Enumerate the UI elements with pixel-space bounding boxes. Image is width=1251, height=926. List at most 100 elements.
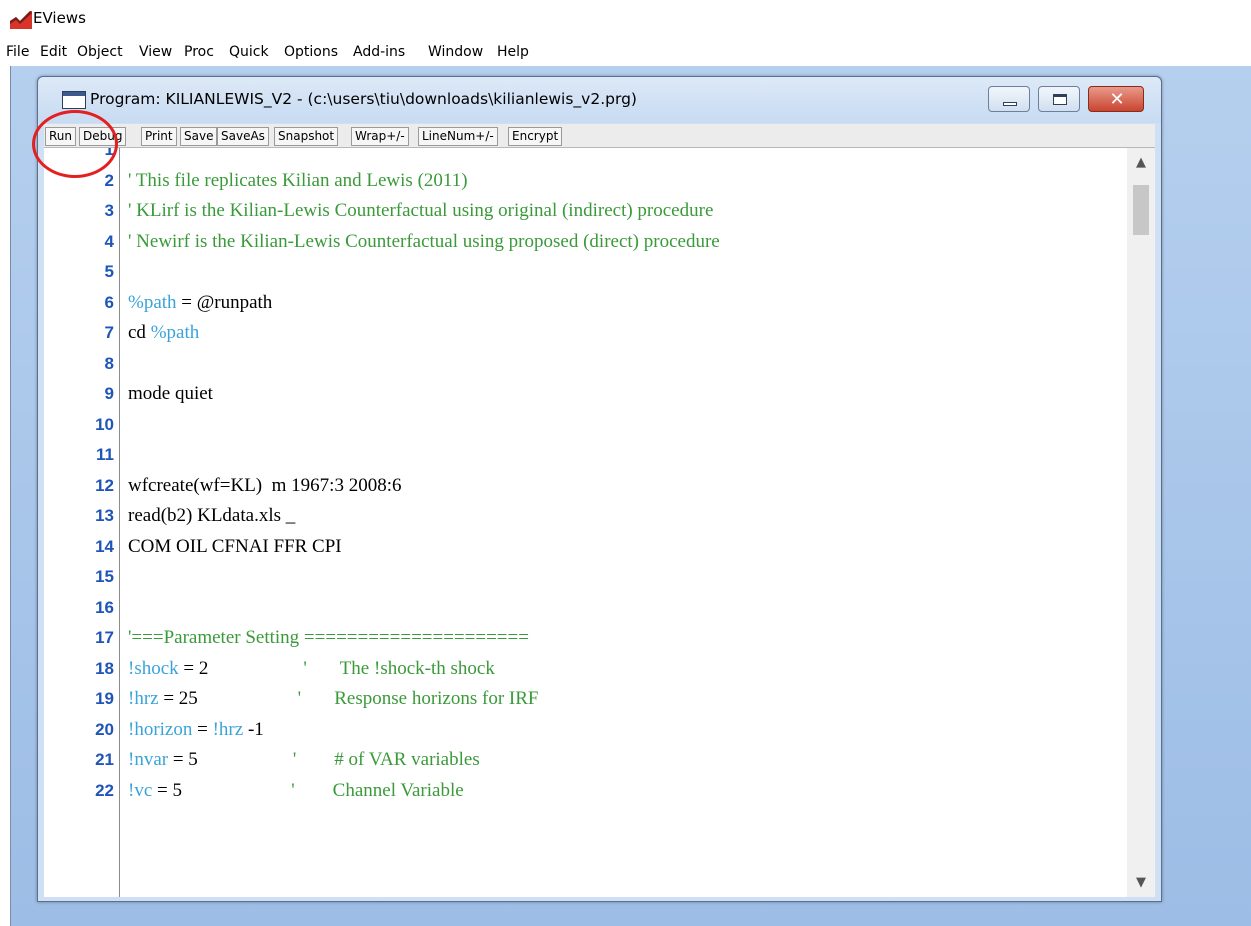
code-line[interactable]: wfcreate(wf=KL) m 1967:3 2008:6 (128, 475, 401, 497)
code-line[interactable]: cd %path (128, 322, 199, 344)
menu-file[interactable]: File (6, 44, 29, 60)
maximize-icon (1053, 94, 1067, 105)
line-number: 14 (95, 536, 114, 556)
code-token: ' The !shock-th shock (208, 657, 495, 679)
code-token: = @runpath (176, 291, 273, 313)
code-line[interactable]: !shock = 2 ' The !shock-th shock (128, 658, 495, 680)
code-line[interactable]: ' This file replicates Kilian and Lewis … (128, 170, 468, 192)
program-window-icon (62, 91, 86, 109)
code-token: !hrz (212, 718, 244, 740)
menu-view[interactable]: View (139, 44, 172, 60)
code-token: cd (128, 322, 151, 343)
save-button[interactable]: Save (180, 127, 218, 146)
code-token: !nvar (128, 749, 169, 770)
code-line[interactable]: ' KLirf is the Kilian-Lewis Counterfactu… (128, 200, 713, 222)
program-window-titlebar[interactable]: Program: KILIANLEWIS_V2 - (c:\users\tiu\… (38, 77, 1161, 123)
line-number: 17 (95, 628, 114, 647)
code-line[interactable]: read(b2) KLdata.xls _ (128, 505, 295, 527)
line-number: 5 (104, 262, 114, 281)
code-token: ' Response horizons for IRF (197, 688, 539, 709)
minimize-icon (1003, 102, 1017, 106)
menu-help[interactable]: Help (497, 44, 529, 60)
line-number: 4 (104, 231, 114, 251)
code-token: -1 (243, 718, 264, 740)
code-token: = (192, 718, 213, 740)
menu-quick[interactable]: Quick (229, 44, 269, 60)
app-title: EViews (33, 9, 86, 27)
scroll-up-icon[interactable]: ▲ (1127, 148, 1155, 178)
code-line[interactable]: !horizon = !hrz -1 (128, 719, 264, 741)
app-titlebar: EViews (0, 0, 1251, 38)
program-window-title: Program: KILIANLEWIS_V2 - (c:\users\tiu\… (90, 90, 637, 108)
maximize-button[interactable] (1038, 86, 1080, 112)
line-number: 19 (95, 689, 114, 708)
linenum-toggle-button[interactable]: LineNum+/- (418, 127, 498, 146)
scroll-down-icon[interactable]: ▼ (1127, 869, 1155, 897)
line-number: 18 (95, 658, 114, 678)
code-token: !horizon (128, 718, 193, 740)
line-number: 1 (104, 148, 114, 159)
code-line[interactable]: COM OIL CFNAI FFR CPI (128, 536, 342, 558)
minimize-button[interactable] (988, 86, 1030, 112)
debug-button[interactable]: Debug (79, 127, 127, 146)
code-token: = 5 (152, 779, 182, 801)
code-line[interactable]: !hrz = 25 ' Response horizons for IRF (128, 688, 538, 710)
code-token: COM OIL CFNAI FFR CPI (128, 535, 342, 557)
line-number: 13 (95, 506, 114, 525)
code-token: ' Newirf is the Kilian-Lewis Counterfact… (128, 230, 720, 252)
menu-proc[interactable]: Proc (184, 44, 214, 60)
line-number: 15 (95, 567, 114, 586)
line-number: 21 (95, 750, 114, 769)
code-editor[interactable]: 1 2 3 4 5 6 7 8 9 10 11 12 13 14 15 16 17 18 19 20 21 22 ' Th… (44, 148, 1155, 897)
line-number: 20 (95, 719, 114, 739)
code-token: ' Channel Variable (181, 779, 464, 801)
program-toolbar: Run Debug Print Save SaveAs Snapshot Wra… (44, 124, 1155, 148)
run-button[interactable]: Run (45, 127, 77, 146)
line-number: 9 (104, 384, 114, 403)
close-button[interactable]: ✕ (1088, 86, 1144, 112)
code-token: ' This file replicates Kilian and Lewis … (128, 169, 468, 191)
code-token: '===Parameter Setting ==================… (128, 627, 529, 648)
line-number: 16 (95, 597, 114, 617)
code-line[interactable]: mode quiet (128, 383, 213, 405)
code-token: !vc (128, 779, 153, 801)
line-number: 11 (96, 445, 114, 464)
menu-add-ins[interactable]: Add-ins (353, 44, 405, 60)
eviews-logo-icon (10, 9, 32, 29)
close-icon: ✕ (1109, 89, 1125, 110)
menu-edit[interactable]: Edit (40, 44, 67, 60)
snapshot-button[interactable]: Snapshot (274, 127, 339, 146)
code-token: = 5 (168, 749, 198, 770)
line-number: 3 (104, 201, 114, 220)
scrollbar-thumb[interactable] (1133, 185, 1149, 235)
menu-options[interactable]: Options (284, 44, 338, 60)
line-number: 10 (95, 414, 114, 434)
line-number: 8 (104, 353, 114, 373)
code-line[interactable]: %path = @runpath (128, 292, 272, 314)
line-number: 12 (95, 475, 114, 495)
encrypt-button[interactable]: Encrypt (508, 127, 563, 146)
code-line[interactable]: '===Parameter Setting ==================… (128, 627, 529, 649)
code-line[interactable]: ' Newirf is the Kilian-Lewis Counterfact… (128, 231, 720, 253)
saveas-button[interactable]: SaveAs (217, 127, 269, 146)
code-token: ' # of VAR variables (197, 749, 480, 770)
code-token: !shock (128, 657, 179, 679)
print-button[interactable]: Print (141, 127, 177, 146)
code-line[interactable]: !vc = 5 ' Channel Variable (128, 780, 464, 802)
program-window: Program: KILIANLEWIS_V2 - (c:\users\tiu\… (37, 76, 1162, 902)
menu-object[interactable]: Object (77, 44, 123, 60)
code-token: mode quiet (128, 383, 213, 404)
code-token: read(b2) KLdata.xls _ (128, 505, 296, 526)
code-line[interactable]: !nvar = 5 ' # of VAR variables (128, 749, 480, 771)
wrap-toggle-button[interactable]: Wrap+/- (351, 127, 409, 146)
menubar: File Edit Object View Proc Quick Options… (0, 38, 1251, 66)
menu-window[interactable]: Window (428, 44, 483, 60)
code-token: !hrz (128, 688, 159, 709)
code-token: %path (150, 322, 200, 343)
vertical-scrollbar[interactable]: ▲ ▼ (1127, 148, 1155, 897)
code-token: wfcreate(wf=KL) m 1967:3 2008:6 (128, 474, 402, 496)
line-number: 2 (104, 170, 114, 190)
line-number: 6 (104, 292, 114, 312)
line-number: 22 (95, 780, 114, 800)
line-number-gutter: 1 2 3 4 5 6 7 8 9 10 11 12 13 14 15 16 17 18 19 20 21 22 (44, 148, 120, 897)
